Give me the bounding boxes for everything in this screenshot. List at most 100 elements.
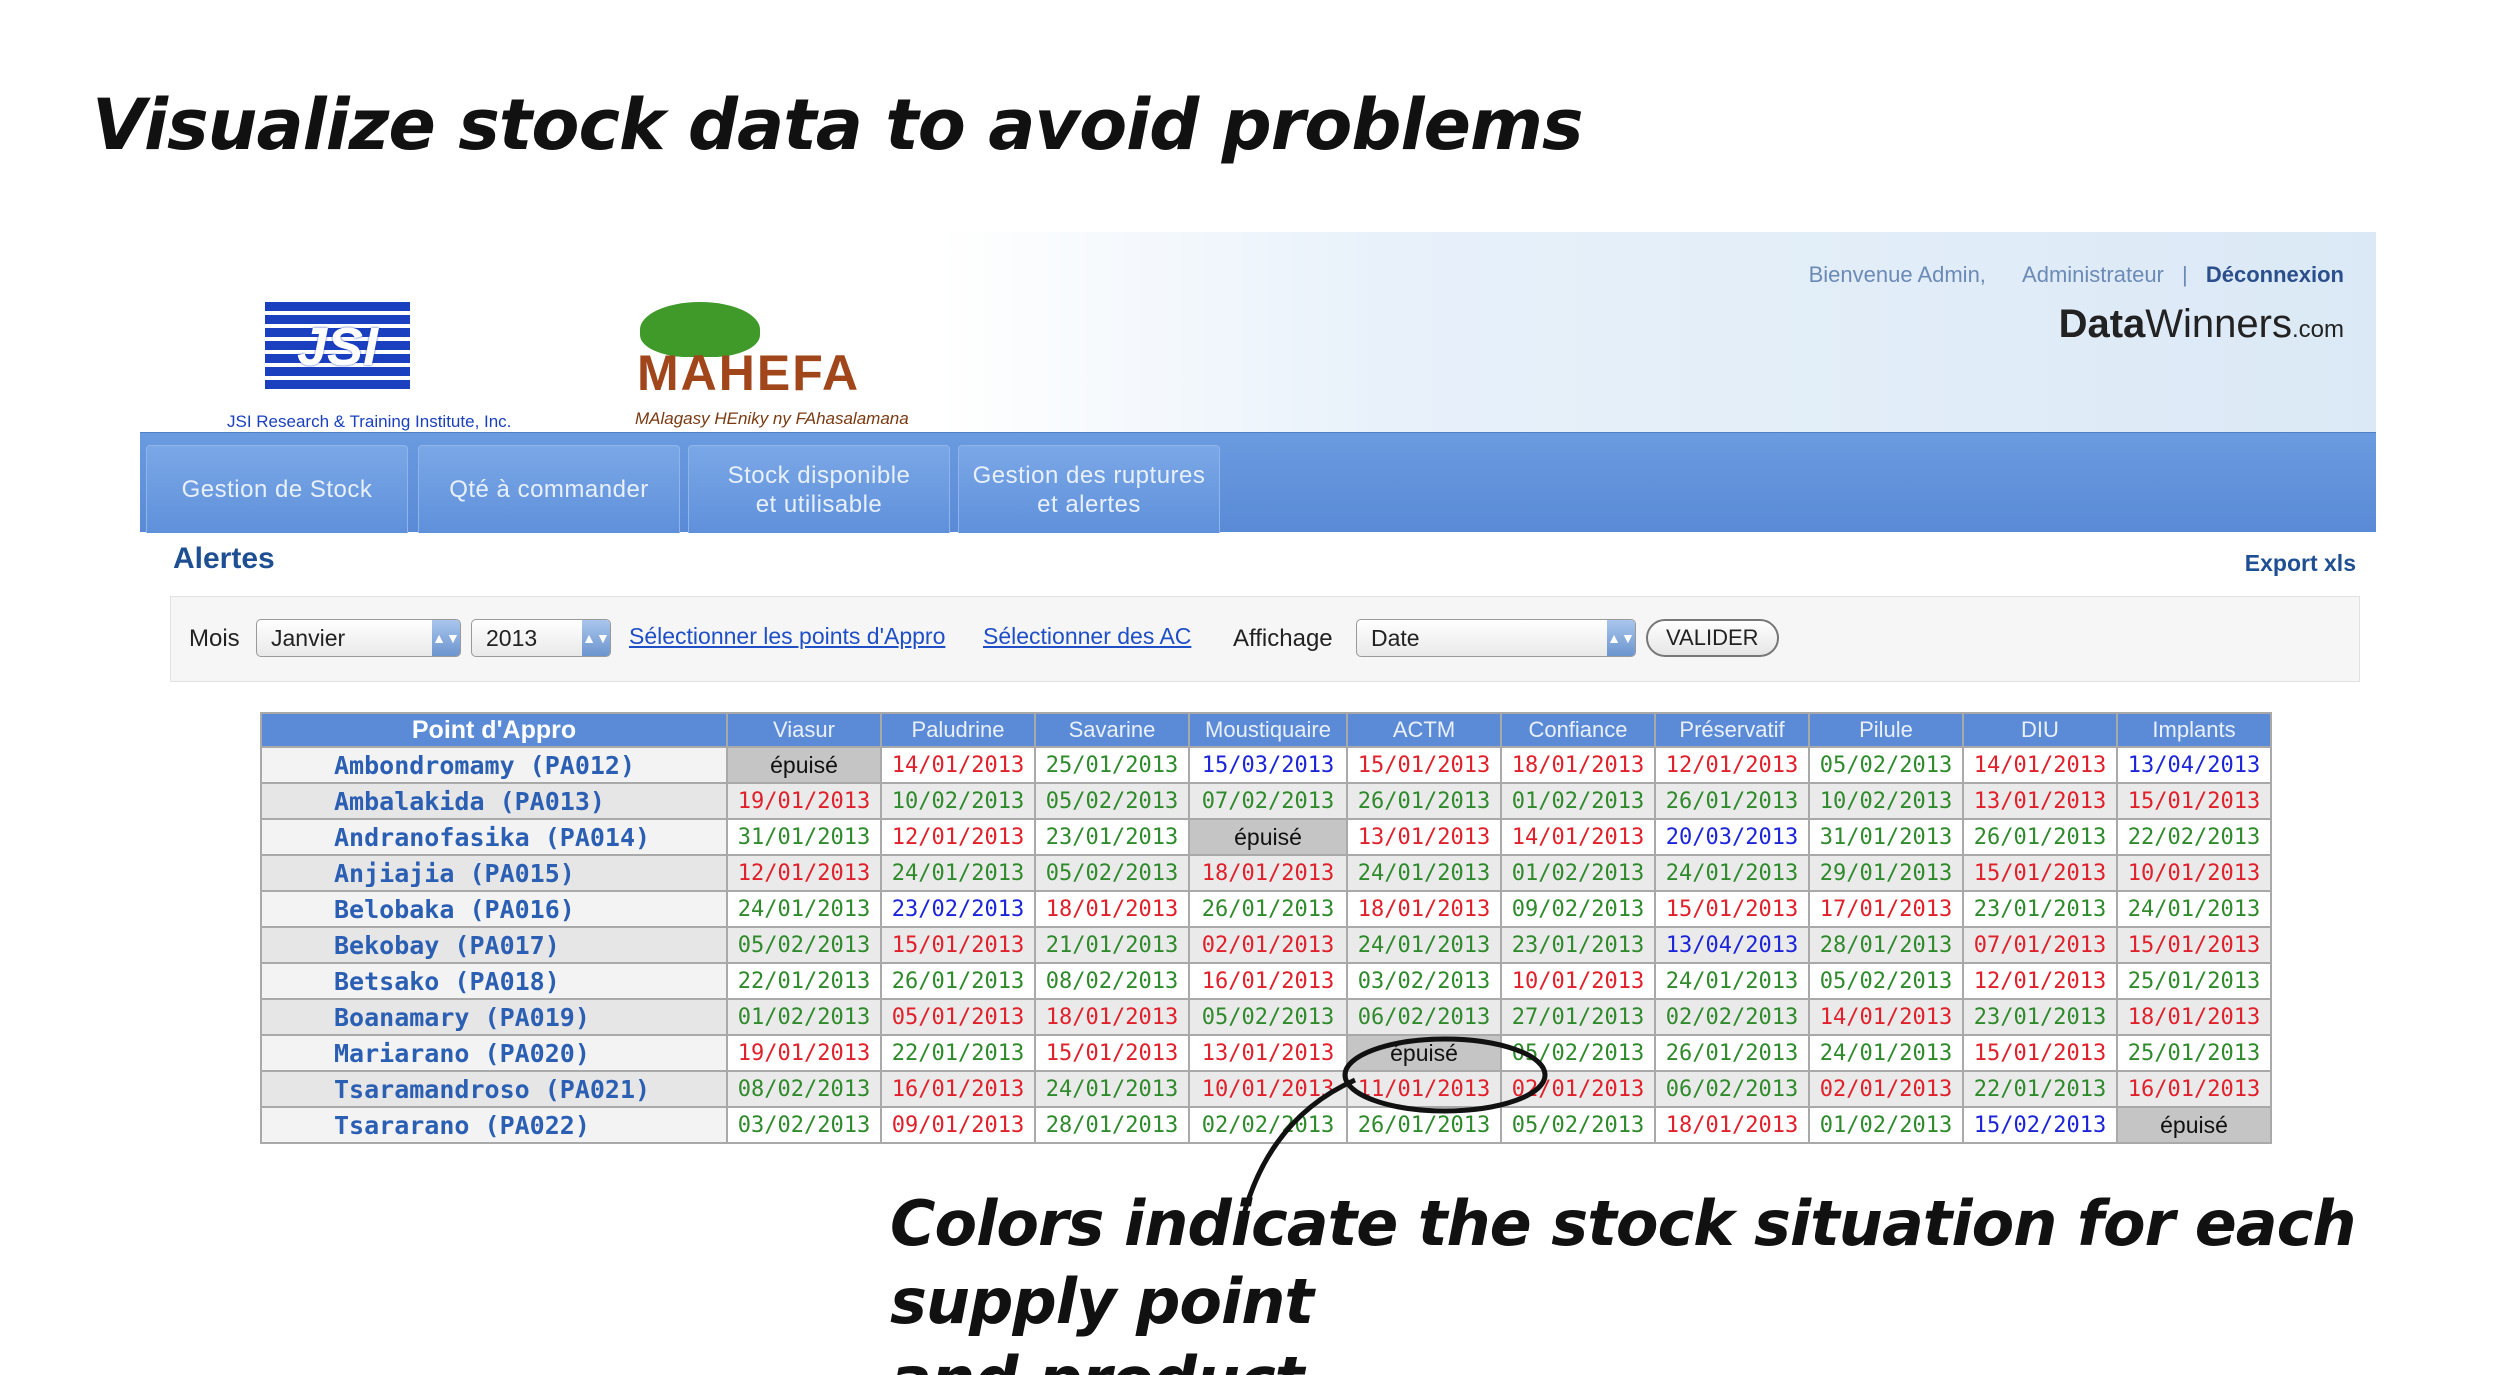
stock-date-cell: 13/01/2013 bbox=[1188, 1034, 1348, 1072]
stock-date-cell: 22/01/2013 bbox=[1962, 1070, 2118, 1108]
stock-date-cell: 18/01/2013 bbox=[1188, 854, 1348, 892]
stock-date-cell: 26/01/2013 bbox=[1188, 890, 1348, 928]
stock-date-cell: 05/02/2013 bbox=[1034, 782, 1190, 820]
stock-date-cell: 05/02/2013 bbox=[1500, 1034, 1656, 1072]
stock-date-cell: 22/02/2013 bbox=[2116, 818, 2272, 856]
stock-date-cell: 14/01/2013 bbox=[880, 746, 1036, 784]
tab-ruptures-alertes[interactable]: Gestion des ruptures et alertes bbox=[958, 445, 1220, 533]
stock-date-cell: 05/02/2013 bbox=[726, 926, 882, 964]
stock-date-cell: 27/01/2013 bbox=[1500, 998, 1656, 1036]
supply-point-link[interactable]: Anjiajia (PA015) bbox=[260, 854, 728, 892]
table-row: Belobaka (PA016) 24/01/2013 23/02/2013 18/0… bbox=[260, 890, 2272, 928]
table-row: Tsaramandroso (PA021) 08/02/2013 16/01/201… bbox=[260, 1070, 2272, 1108]
jsi-logo-mark: JSI bbox=[265, 302, 410, 392]
stock-date-cell: 10/01/2013 bbox=[2116, 854, 2272, 892]
export-xls-link[interactable]: Export xls bbox=[2245, 550, 2356, 577]
stock-date-cell: 02/01/2013 bbox=[1808, 1070, 1964, 1108]
stock-date-cell: 09/01/2013 bbox=[880, 1106, 1036, 1144]
stock-date-cell: 16/01/2013 bbox=[1188, 962, 1348, 1000]
mahefa-logo-subtitle: MAlagasy HEniky ny FAhasalamana bbox=[635, 409, 909, 428]
stock-depleted-cell: épuisé bbox=[726, 746, 882, 784]
role-link[interactable]: Administrateur bbox=[2022, 262, 2164, 287]
select-ac-link[interactable]: Sélectionner des AC bbox=[983, 623, 1191, 650]
stock-date-cell: 26/01/2013 bbox=[1346, 782, 1502, 820]
supply-point-link[interactable]: Mariarano (PA020) bbox=[260, 1034, 728, 1072]
stock-date-cell: 02/01/2013 bbox=[1500, 1070, 1656, 1108]
table-header-row: Point d'Appro Viasur Paludrine Savarine Mous… bbox=[260, 712, 2272, 748]
supply-point-link[interactable]: Ambondromamy (PA012) bbox=[260, 746, 728, 784]
stock-depleted-cell: épuisé bbox=[1188, 818, 1348, 856]
supply-point-link[interactable]: Belobaka (PA016) bbox=[260, 890, 728, 928]
supply-point-link[interactable]: Ambalakida (PA013) bbox=[260, 782, 728, 820]
table-row: Bekobay (PA017) 05/02/2013 15/01/2013 21/01… bbox=[260, 926, 2272, 964]
mahefa-logo[interactable]: MAHEFA MAlagasy HEniky ny FAhasalamana bbox=[585, 262, 909, 452]
table-row: Tsararano (PA022) 03/02/2013 09/01/2013 28/… bbox=[260, 1106, 2272, 1144]
stock-date-cell: 31/01/2013 bbox=[1808, 818, 1964, 856]
validate-button[interactable]: VALIDER bbox=[1646, 619, 1779, 657]
stock-date-cell: 10/01/2013 bbox=[1500, 962, 1656, 1000]
supply-point-link[interactable]: Tsaramandroso (PA021) bbox=[260, 1070, 728, 1108]
stock-date-cell: 23/01/2013 bbox=[1034, 818, 1190, 856]
stock-date-cell: 05/02/2013 bbox=[1500, 1106, 1656, 1144]
supply-point-link[interactable]: Tsararano (PA022) bbox=[260, 1106, 728, 1144]
supply-point-link[interactable]: Betsako (PA018) bbox=[260, 962, 728, 1000]
stock-date-cell: 24/01/2013 bbox=[2116, 890, 2272, 928]
chevron-updown-icon: ▲▼ bbox=[1607, 620, 1635, 656]
stock-date-cell: 25/01/2013 bbox=[2116, 962, 2272, 1000]
stock-date-cell: 24/01/2013 bbox=[1654, 962, 1810, 1000]
stock-date-cell: 18/01/2013 bbox=[1654, 1106, 1810, 1144]
stock-date-cell: 12/01/2013 bbox=[1654, 746, 1810, 784]
headline: Visualize stock data to avoid problems bbox=[92, 84, 1584, 166]
stock-date-cell: 24/01/2013 bbox=[880, 854, 1036, 892]
stock-date-cell: 15/01/2013 bbox=[1034, 1034, 1190, 1072]
chevron-updown-icon: ▲▼ bbox=[582, 620, 610, 656]
display-label: Affichage bbox=[1233, 625, 1333, 652]
column-header: Confiance bbox=[1500, 712, 1656, 748]
stock-date-cell: 07/02/2013 bbox=[1188, 782, 1348, 820]
stock-date-cell: 17/01/2013 bbox=[1808, 890, 1964, 928]
stock-depleted-cell: épuisé bbox=[2116, 1106, 2272, 1144]
header: JSI JSI Research & Training Institute, I… bbox=[165, 232, 2376, 432]
stock-date-cell: 16/01/2013 bbox=[2116, 1070, 2272, 1108]
stock-date-cell: 09/02/2013 bbox=[1500, 890, 1656, 928]
display-select[interactable]: Date ▲▼ bbox=[1356, 619, 1636, 657]
column-header: Savarine bbox=[1034, 712, 1190, 748]
stock-date-cell: 01/02/2013 bbox=[1500, 782, 1656, 820]
jsi-logo[interactable]: JSI JSI Research & Training Institute, I… bbox=[195, 262, 555, 452]
month-select[interactable]: Janvier ▲▼ bbox=[256, 619, 461, 657]
stock-date-cell: 05/02/2013 bbox=[1808, 746, 1964, 784]
stock-date-cell: 08/02/2013 bbox=[1034, 962, 1190, 1000]
stock-date-cell: 01/02/2013 bbox=[726, 998, 882, 1036]
stock-date-cell: 01/02/2013 bbox=[1808, 1106, 1964, 1144]
table-row: Ambalakida (PA013) 19/01/2013 10/02/2013 05… bbox=[260, 782, 2272, 820]
stock-date-cell: 22/01/2013 bbox=[880, 1034, 1036, 1072]
stock-date-cell: 23/01/2013 bbox=[1962, 998, 2118, 1036]
stock-date-cell: 26/01/2013 bbox=[1962, 818, 2118, 856]
supply-point-link[interactable]: Andranofasika (PA014) bbox=[260, 818, 728, 856]
stock-date-cell: 23/01/2013 bbox=[1962, 890, 2118, 928]
tab-gestion-stock[interactable]: Gestion de Stock bbox=[146, 445, 408, 533]
stock-date-cell: 14/01/2013 bbox=[1500, 818, 1656, 856]
tab-qte-commander[interactable]: Qté à commander bbox=[418, 445, 680, 533]
supply-point-link[interactable]: Boanamary (PA019) bbox=[260, 998, 728, 1036]
stock-date-cell: 02/02/2013 bbox=[1654, 998, 1810, 1036]
table-row: Ambondromamy (PA012) épuisé 14/01/2013 25/0… bbox=[260, 746, 2272, 784]
logout-link[interactable]: Déconnexion bbox=[2206, 262, 2344, 287]
tab-stock-disponible[interactable]: Stock disponible et utilisable bbox=[688, 445, 950, 533]
supply-point-link[interactable]: Bekobay (PA017) bbox=[260, 926, 728, 964]
select-points-link[interactable]: Sélectionner les points d'Appro bbox=[629, 623, 945, 650]
jsi-logo-subtitle: JSI Research & Training Institute, Inc. bbox=[227, 412, 512, 431]
stock-date-cell: 12/01/2013 bbox=[726, 854, 882, 892]
year-select[interactable]: 2013 ▲▼ bbox=[471, 619, 611, 657]
stock-date-cell: 15/01/2013 bbox=[2116, 782, 2272, 820]
table-row: Andranofasika (PA014) 31/01/2013 12/01/201… bbox=[260, 818, 2272, 856]
stock-date-cell: 15/01/2013 bbox=[1654, 890, 1810, 928]
stock-date-cell: 10/02/2013 bbox=[880, 782, 1036, 820]
stock-date-cell: 05/02/2013 bbox=[1034, 854, 1190, 892]
stock-date-cell: 15/01/2013 bbox=[880, 926, 1036, 964]
stock-date-cell: 07/01/2013 bbox=[1962, 926, 2118, 964]
app-window: JSI JSI Research & Training Institute, I… bbox=[140, 232, 2376, 1190]
filter-bar: Mois Janvier ▲▼ 2013 ▲▼ Sélectionner les p… bbox=[170, 596, 2360, 682]
column-header: Préservatif bbox=[1654, 712, 1810, 748]
user-bar: Bienvenue Admin, Administrateur | Déconn… bbox=[1809, 262, 2344, 288]
